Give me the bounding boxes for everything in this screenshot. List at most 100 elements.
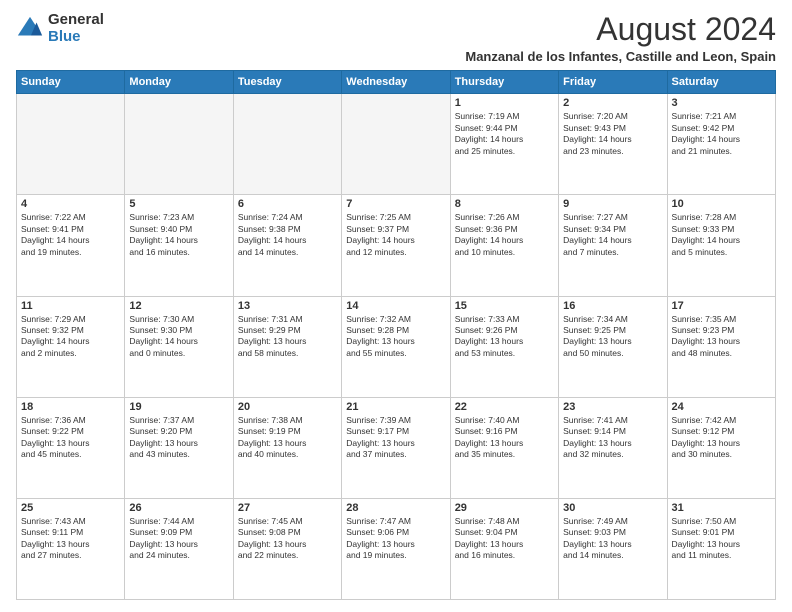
day-number: 29 bbox=[455, 502, 554, 514]
day-cell: 17 Sunrise: 7:35 AM Sunset: 9:23 PM Dayli… bbox=[667, 296, 775, 397]
day-number: 18 bbox=[21, 401, 120, 413]
day-info: Sunrise: 7:44 AM Sunset: 9:09 PM Dayligh… bbox=[129, 516, 228, 562]
calendar-table: SundayMondayTuesdayWednesdayThursdayFrid… bbox=[16, 70, 776, 600]
title-block: August 2024 Manzanal de los Infantes, Ca… bbox=[465, 12, 776, 64]
day-number: 16 bbox=[563, 300, 662, 312]
day-info: Sunrise: 7:25 AM Sunset: 9:37 PM Dayligh… bbox=[346, 212, 445, 258]
calendar-header-row: SundayMondayTuesdayWednesdayThursdayFrid… bbox=[17, 71, 776, 94]
day-info: Sunrise: 7:20 AM Sunset: 9:43 PM Dayligh… bbox=[563, 111, 662, 157]
day-number: 28 bbox=[346, 502, 445, 514]
day-cell: 3 Sunrise: 7:21 AM Sunset: 9:42 PM Daylig… bbox=[667, 94, 775, 195]
day-info: Sunrise: 7:24 AM Sunset: 9:38 PM Dayligh… bbox=[238, 212, 337, 258]
day-number: 24 bbox=[672, 401, 771, 413]
day-info: Sunrise: 7:30 AM Sunset: 9:30 PM Dayligh… bbox=[129, 314, 228, 360]
col-header-monday: Monday bbox=[125, 71, 233, 94]
col-header-saturday: Saturday bbox=[667, 71, 775, 94]
col-header-thursday: Thursday bbox=[450, 71, 558, 94]
day-info: Sunrise: 7:28 AM Sunset: 9:33 PM Dayligh… bbox=[672, 212, 771, 258]
day-cell: 14 Sunrise: 7:32 AM Sunset: 9:28 PM Dayli… bbox=[342, 296, 450, 397]
day-cell: 9Sunrise: 7:27 AM Sunset: 9:34 PM Daylig… bbox=[559, 195, 667, 296]
day-number: 26 bbox=[129, 502, 228, 514]
day-info: Sunrise: 7:29 AM Sunset: 9:32 PM Dayligh… bbox=[21, 314, 120, 360]
day-cell: 22 Sunrise: 7:40 AM Sunset: 9:16 PM Dayli… bbox=[450, 397, 558, 498]
col-header-friday: Friday bbox=[559, 71, 667, 94]
col-header-sunday: Sunday bbox=[17, 71, 125, 94]
day-info: Sunrise: 7:48 AM Sunset: 9:04 PM Dayligh… bbox=[455, 516, 554, 562]
day-info: Sunrise: 7:49 AM Sunset: 9:03 PM Dayligh… bbox=[563, 516, 662, 562]
logo-text: General Blue bbox=[48, 12, 104, 45]
col-header-tuesday: Tuesday bbox=[233, 71, 341, 94]
day-number: 8 bbox=[455, 198, 554, 210]
day-number: 1 bbox=[455, 97, 554, 109]
day-cell: 15 Sunrise: 7:33 AM Sunset: 9:26 PM Dayli… bbox=[450, 296, 558, 397]
main-title: August 2024 bbox=[465, 12, 776, 47]
day-info: Sunrise: 7:27 AM Sunset: 9:34 PM Dayligh… bbox=[563, 212, 662, 258]
day-cell: 4Sunrise: 7:22 AM Sunset: 9:41 PM Daylig… bbox=[17, 195, 125, 296]
day-number: 5 bbox=[129, 198, 228, 210]
day-number: 13 bbox=[238, 300, 337, 312]
day-cell: 11 Sunrise: 7:29 AM Sunset: 9:32 PM Dayli… bbox=[17, 296, 125, 397]
day-cell: 6 Sunrise: 7:24 AM Sunset: 9:38 PM Daylig… bbox=[233, 195, 341, 296]
week-row-1: 1 Sunrise: 7:19 AM Sunset: 9:44 PM Daylig… bbox=[17, 94, 776, 195]
day-number: 3 bbox=[672, 97, 771, 109]
day-cell: 27Sunrise: 7:45 AM Sunset: 9:08 PM Dayli… bbox=[233, 498, 341, 599]
day-number: 21 bbox=[346, 401, 445, 413]
day-number: 6 bbox=[238, 198, 337, 210]
day-cell: 1 Sunrise: 7:19 AM Sunset: 9:44 PM Daylig… bbox=[450, 94, 558, 195]
day-cell: 24Sunrise: 7:42 AM Sunset: 9:12 PM Dayli… bbox=[667, 397, 775, 498]
day-info: Sunrise: 7:38 AM Sunset: 9:19 PM Dayligh… bbox=[238, 415, 337, 461]
day-info: Sunrise: 7:34 AM Sunset: 9:25 PM Dayligh… bbox=[563, 314, 662, 360]
logo-icon bbox=[16, 15, 44, 43]
day-cell: 28 Sunrise: 7:47 AM Sunset: 9:06 PM Dayli… bbox=[342, 498, 450, 599]
day-cell: 8 Sunrise: 7:26 AM Sunset: 9:36 PM Daylig… bbox=[450, 195, 558, 296]
day-cell: 2Sunrise: 7:20 AM Sunset: 9:43 PM Daylig… bbox=[559, 94, 667, 195]
day-cell: 5 Sunrise: 7:23 AM Sunset: 9:40 PM Daylig… bbox=[125, 195, 233, 296]
day-number: 15 bbox=[455, 300, 554, 312]
day-cell: 26 Sunrise: 7:44 AM Sunset: 9:09 PM Dayli… bbox=[125, 498, 233, 599]
day-cell: 12 Sunrise: 7:30 AM Sunset: 9:30 PM Dayli… bbox=[125, 296, 233, 397]
day-info: Sunrise: 7:33 AM Sunset: 9:26 PM Dayligh… bbox=[455, 314, 554, 360]
day-cell: 16 Sunrise: 7:34 AM Sunset: 9:25 PM Dayli… bbox=[559, 296, 667, 397]
day-cell: 18Sunrise: 7:36 AM Sunset: 9:22 PM Dayli… bbox=[17, 397, 125, 498]
day-cell bbox=[342, 94, 450, 195]
day-info: Sunrise: 7:40 AM Sunset: 9:16 PM Dayligh… bbox=[455, 415, 554, 461]
day-info: Sunrise: 7:26 AM Sunset: 9:36 PM Dayligh… bbox=[455, 212, 554, 258]
day-cell: 7Sunrise: 7:25 AM Sunset: 9:37 PM Daylig… bbox=[342, 195, 450, 296]
day-info: Sunrise: 7:41 AM Sunset: 9:14 PM Dayligh… bbox=[563, 415, 662, 461]
day-info: Sunrise: 7:19 AM Sunset: 9:44 PM Dayligh… bbox=[455, 111, 554, 157]
day-info: Sunrise: 7:31 AM Sunset: 9:29 PM Dayligh… bbox=[238, 314, 337, 360]
day-info: Sunrise: 7:22 AM Sunset: 9:41 PM Dayligh… bbox=[21, 212, 120, 258]
day-number: 11 bbox=[21, 300, 120, 312]
day-cell bbox=[17, 94, 125, 195]
day-info: Sunrise: 7:23 AM Sunset: 9:40 PM Dayligh… bbox=[129, 212, 228, 258]
day-cell: 25Sunrise: 7:43 AM Sunset: 9:11 PM Dayli… bbox=[17, 498, 125, 599]
day-number: 12 bbox=[129, 300, 228, 312]
logo-general: General bbox=[48, 12, 104, 29]
day-number: 17 bbox=[672, 300, 771, 312]
header: General Blue August 2024 Manzanal de los… bbox=[16, 12, 776, 64]
subtitle: Manzanal de los Infantes, Castille and L… bbox=[465, 49, 776, 64]
week-row-2: 4Sunrise: 7:22 AM Sunset: 9:41 PM Daylig… bbox=[17, 195, 776, 296]
day-info: Sunrise: 7:39 AM Sunset: 9:17 PM Dayligh… bbox=[346, 415, 445, 461]
day-number: 22 bbox=[455, 401, 554, 413]
day-info: Sunrise: 7:32 AM Sunset: 9:28 PM Dayligh… bbox=[346, 314, 445, 360]
day-cell: 10 Sunrise: 7:28 AM Sunset: 9:33 PM Dayli… bbox=[667, 195, 775, 296]
day-number: 20 bbox=[238, 401, 337, 413]
page: General Blue August 2024 Manzanal de los… bbox=[0, 0, 792, 612]
col-header-wednesday: Wednesday bbox=[342, 71, 450, 94]
day-cell bbox=[125, 94, 233, 195]
day-info: Sunrise: 7:21 AM Sunset: 9:42 PM Dayligh… bbox=[672, 111, 771, 157]
day-number: 14 bbox=[346, 300, 445, 312]
day-number: 10 bbox=[672, 198, 771, 210]
week-row-4: 18Sunrise: 7:36 AM Sunset: 9:22 PM Dayli… bbox=[17, 397, 776, 498]
day-info: Sunrise: 7:47 AM Sunset: 9:06 PM Dayligh… bbox=[346, 516, 445, 562]
day-number: 31 bbox=[672, 502, 771, 514]
day-cell: 20 Sunrise: 7:38 AM Sunset: 9:19 PM Dayli… bbox=[233, 397, 341, 498]
day-cell: 23Sunrise: 7:41 AM Sunset: 9:14 PM Dayli… bbox=[559, 397, 667, 498]
day-cell: 30Sunrise: 7:49 AM Sunset: 9:03 PM Dayli… bbox=[559, 498, 667, 599]
day-cell: 21 Sunrise: 7:39 AM Sunset: 9:17 PM Dayli… bbox=[342, 397, 450, 498]
day-info: Sunrise: 7:50 AM Sunset: 9:01 PM Dayligh… bbox=[672, 516, 771, 562]
week-row-5: 25Sunrise: 7:43 AM Sunset: 9:11 PM Dayli… bbox=[17, 498, 776, 599]
day-number: 19 bbox=[129, 401, 228, 413]
day-info: Sunrise: 7:35 AM Sunset: 9:23 PM Dayligh… bbox=[672, 314, 771, 360]
